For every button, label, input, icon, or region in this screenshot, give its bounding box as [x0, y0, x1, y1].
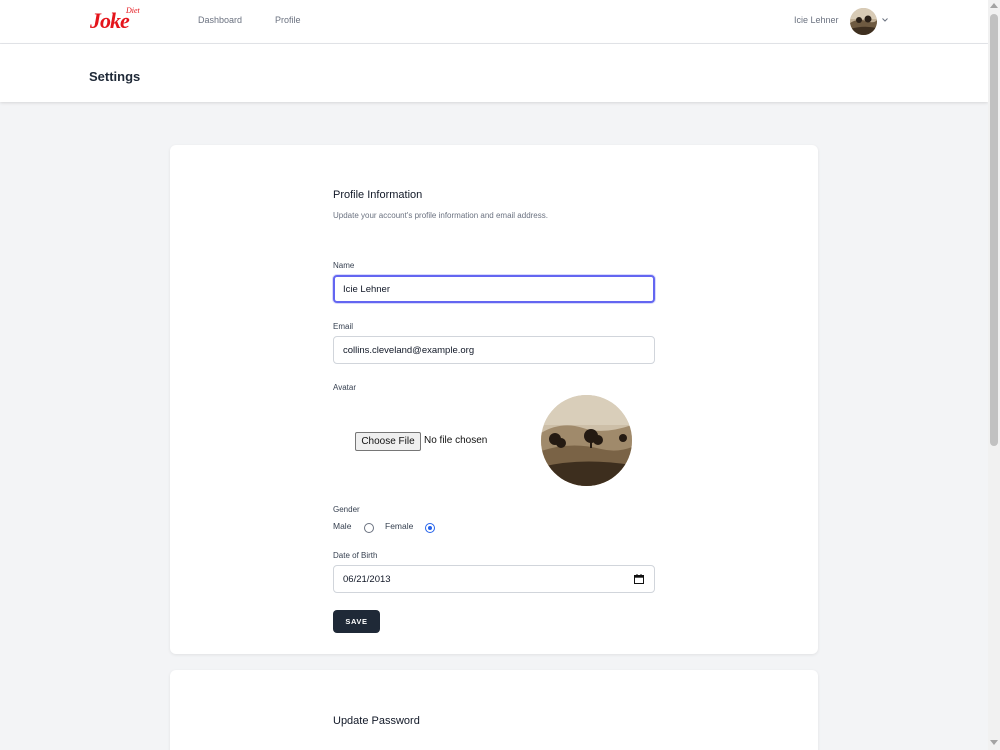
- update-password-card: Update Password: [170, 670, 818, 750]
- scroll-up-arrow-icon[interactable]: [990, 3, 998, 8]
- scroll-down-arrow-icon[interactable]: [990, 740, 998, 745]
- page-title: Settings: [89, 69, 141, 84]
- save-button[interactable]: SAVE: [333, 610, 380, 633]
- nav-link-dashboard[interactable]: Dashboard: [198, 15, 242, 25]
- avatar-preview-image: [541, 395, 632, 486]
- user-avatar: [850, 8, 877, 35]
- profile-section-description: Update your account's profile informatio…: [333, 211, 548, 220]
- dob-label: Date of Birth: [333, 551, 378, 560]
- email-label: Email: [333, 322, 354, 331]
- scroll-thumb[interactable]: [990, 14, 998, 446]
- email-input[interactable]: [333, 336, 655, 364]
- gender-label: Gender: [333, 505, 360, 514]
- name-label: Name: [333, 261, 355, 270]
- user-name: Icie Lehner: [794, 15, 839, 25]
- name-input[interactable]: [333, 275, 655, 303]
- gender-female-radio[interactable]: [425, 523, 435, 533]
- date-of-birth-input[interactable]: 06/21/2013: [333, 565, 655, 593]
- profile-section-title: Profile Information: [333, 189, 423, 201]
- choose-file-button[interactable]: Choose File: [355, 432, 421, 451]
- logo-superscript: Diet: [126, 6, 140, 15]
- gender-male-label: Male: [333, 521, 352, 531]
- calendar-icon[interactable]: [634, 574, 644, 584]
- gender-female-label: Female: [385, 521, 414, 531]
- gender-male-radio[interactable]: [364, 523, 374, 533]
- date-of-birth-value: 06/21/2013: [343, 574, 391, 585]
- avatar-label: Avatar: [333, 383, 356, 392]
- password-section-title: Update Password: [333, 715, 420, 727]
- profile-information-card: Profile Information Update your account'…: [170, 145, 818, 654]
- top-navigation: Joke Diet Dashboard Profile Icie Lehner: [0, 0, 988, 44]
- vertical-scrollbar[interactable]: [988, 0, 1000, 750]
- file-status-text: No file chosen: [424, 435, 488, 446]
- page-header: Settings: [0, 44, 988, 102]
- chevron-down-icon[interactable]: [881, 16, 889, 24]
- brand-logo[interactable]: Joke Diet: [90, 6, 142, 33]
- nav-link-profile[interactable]: Profile: [275, 15, 301, 25]
- logo-text: Joke: [90, 8, 130, 33]
